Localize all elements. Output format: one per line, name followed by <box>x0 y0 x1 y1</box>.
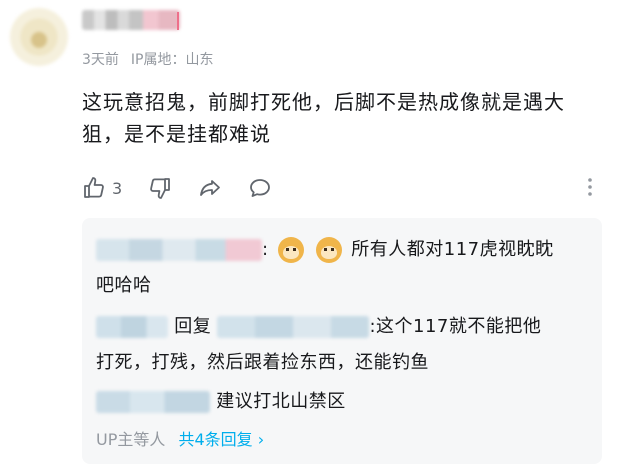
reply-item: 建议打北山禁区 <box>96 384 346 420</box>
reply-button[interactable] <box>248 176 272 200</box>
reply-username-blurred[interactable] <box>96 316 168 338</box>
dislike-button[interactable] <box>148 176 172 200</box>
more-vertical-icon <box>588 178 592 196</box>
like-count: 3 <box>112 178 123 198</box>
doge-emoji-icon <box>316 237 343 263</box>
reply-label: 回复 <box>174 316 212 337</box>
more-button[interactable] <box>578 175 602 203</box>
doge-emoji-icon <box>277 237 304 263</box>
reply-username-blurred[interactable] <box>96 391 210 413</box>
reply-item: : 所有人都对117虎视眈眈 吧哈哈 <box>96 232 554 304</box>
reply-text: 建议打北山禁区 <box>216 391 346 412</box>
reply-target-blurred[interactable] <box>217 316 370 338</box>
reply-text: 打死，打残，然后跟着捡东西，还能钓鱼 <box>96 352 429 373</box>
comment-time: 3天前 <box>82 52 119 68</box>
reply-text: 所有人都对117虎视眈眈 <box>351 239 554 260</box>
reply-separator: : <box>262 239 269 260</box>
comment-card: 3天前 IP属地：山东 这玩意招鬼，前脚打死他，后脚不是热成像就是遇大狙，是不是… <box>0 0 618 469</box>
reply-footer-label: UP主等人 <box>96 430 166 449</box>
reply-list: : 所有人都对117虎视眈眈 吧哈哈 回复 :这个117就不能把他 打死，打残，… <box>82 218 602 464</box>
username-blurred[interactable] <box>82 10 180 30</box>
username-accent <box>177 12 179 30</box>
reply-username-blurred[interactable] <box>96 239 262 261</box>
thumbs-up-icon <box>84 177 104 198</box>
reply-item: 回复 :这个117就不能把他 打死，打残，然后跟着捡东西，还能钓鱼 <box>96 309 541 381</box>
reply-footer: UP主等人 共4条回复 › <box>96 426 264 450</box>
reply-text: :这个117就不能把他 <box>369 316 542 337</box>
share-icon <box>200 180 221 196</box>
share-button[interactable] <box>198 176 222 200</box>
comment-meta: 3天前 IP属地：山东 <box>82 49 214 69</box>
thumbs-down-icon <box>150 178 171 199</box>
comment-ip-location: IP属地：山东 <box>130 52 214 68</box>
like-button[interactable]: 3 <box>82 176 122 200</box>
comment-icon <box>250 179 271 197</box>
avatar[interactable] <box>10 8 68 66</box>
comment-content: 这玩意招鬼，前脚打死他，后脚不是热成像就是遇大狙，是不是挂都难说 <box>82 90 565 146</box>
view-all-replies-link[interactable]: 共4条回复 › <box>178 430 264 449</box>
comment-actions: 3 <box>82 175 602 201</box>
reply-text: 吧哈哈 <box>96 275 152 296</box>
